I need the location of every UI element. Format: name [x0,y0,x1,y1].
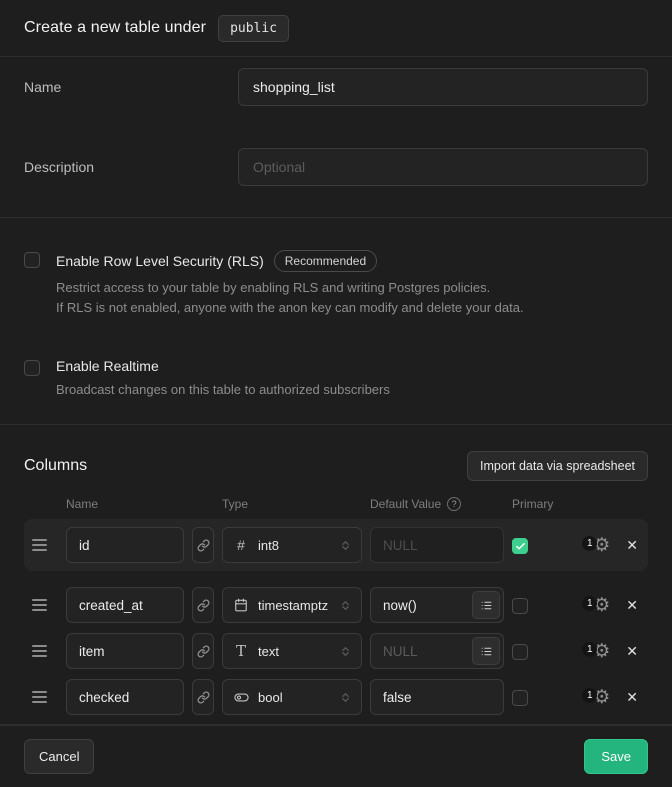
column-name-input[interactable] [66,527,184,563]
header-primary: Primary [512,497,528,511]
recommended-badge: Recommended [274,250,377,272]
chevron-updown-icon [339,645,353,658]
name-label: Name [24,79,238,95]
table-description-input[interactable] [238,148,648,186]
description-label: Description [24,159,238,175]
link-icon [197,645,210,658]
columns-section: Columns Import data via spreadsheet Name… [0,425,672,725]
link-icon [197,691,210,704]
column-type-select[interactable]: # int8 [222,527,362,563]
default-value-input[interactable] [370,679,504,715]
realtime-description: Broadcast changes on this table to autho… [56,380,390,400]
save-button[interactable]: Save [584,739,648,774]
dialog-footer: Cancel Save [0,725,672,787]
realtime-text-block: Enable Realtime Broadcast changes on thi… [56,358,390,400]
toggle-icon [233,690,249,705]
import-spreadsheet-button[interactable]: Import data via spreadsheet [467,451,648,481]
hash-icon: # [233,537,249,553]
column-name-input[interactable] [66,679,184,715]
text-type-icon: T [233,642,249,660]
rls-text-block: Enable Row Level Security (RLS) Recommen… [56,250,524,318]
primary-checkbox[interactable] [512,690,528,706]
delete-column-icon[interactable]: ✕ [626,538,638,552]
chevron-updown-icon [339,599,353,612]
cancel-button[interactable]: Cancel [24,739,94,774]
realtime-checkbox[interactable] [24,360,40,376]
column-row-id: # int8 1 ⚙ ✕ [24,519,648,571]
foreign-key-button[interactable] [192,679,214,715]
realtime-label: Enable Realtime [56,358,159,374]
table-details-section: Name Description [0,57,672,218]
dialog-header: Create a new table under public [0,0,672,57]
header-type: Type [222,497,362,511]
list-icon [480,599,493,612]
delete-column-icon[interactable]: ✕ [626,644,638,658]
columns-header-row: Name Type Default Value ? Primary [24,497,648,511]
description-row: Description [24,148,648,186]
table-options-section: Enable Row Level Security (RLS) Recommen… [0,218,672,425]
column-name-input[interactable] [66,587,184,623]
rls-label: Enable Row Level Security (RLS) [56,253,264,269]
settings-count-badge: 1 [582,536,597,551]
calendar-icon [233,598,249,612]
column-type-select[interactable]: bool [222,679,362,715]
column-row-item: T text 1 ⚙ ✕ [24,633,648,669]
drag-handle-icon[interactable] [32,641,47,661]
foreign-key-button[interactable] [192,587,214,623]
table-name-input[interactable] [238,68,648,106]
primary-checkbox[interactable] [512,644,528,660]
rls-checkbox[interactable] [24,252,40,268]
column-settings-button[interactable]: 1 ⚙ [593,596,610,615]
link-icon [197,599,210,612]
column-settings-button[interactable]: 1 ⚙ [593,688,610,707]
settings-count-badge: 1 [582,642,597,657]
check-icon [515,541,526,552]
delete-column-icon[interactable]: ✕ [626,690,638,704]
chevron-updown-icon [339,539,353,552]
column-row-created-at: timestamptz 1 ⚙ ✕ [24,587,648,623]
drag-handle-icon[interactable] [32,535,47,555]
default-value-input [370,527,504,563]
foreign-key-button[interactable] [192,633,214,669]
rls-description-line2: If RLS is not enabled, anyone with the a… [56,298,524,318]
foreign-key-button[interactable] [192,527,214,563]
realtime-option: Enable Realtime Broadcast changes on thi… [24,358,648,400]
drag-handle-icon[interactable] [32,595,47,615]
column-name-input[interactable] [66,633,184,669]
drag-handle-icon[interactable] [32,687,47,707]
header-default: Default Value ? [370,497,504,511]
default-value-picker-button[interactable] [472,591,500,619]
settings-count-badge: 1 [582,688,597,703]
column-row-checked: bool 1 ⚙ ✕ [24,679,648,715]
link-icon [197,539,210,552]
primary-checkbox[interactable] [512,538,528,554]
settings-count-badge: 1 [582,596,597,611]
column-type-select[interactable]: timestamptz [222,587,362,623]
column-settings-button[interactable]: 1 ⚙ [593,536,610,555]
delete-column-icon[interactable]: ✕ [626,598,638,612]
column-settings-button[interactable]: 1 ⚙ [593,642,610,661]
list-icon [480,645,493,658]
columns-title: Columns [24,457,87,475]
dialog-title: Create a new table under [24,19,206,37]
default-value-picker-button[interactable] [472,637,500,665]
rls-description-line1: Restrict access to your table by enablin… [56,278,524,298]
rls-option: Enable Row Level Security (RLS) Recommen… [24,250,648,318]
primary-checkbox[interactable] [512,598,528,614]
schema-badge: public [218,15,289,42]
name-row: Name [24,68,648,106]
help-icon[interactable]: ? [447,497,461,511]
chevron-updown-icon [339,691,353,704]
header-name: Name [66,497,184,511]
column-type-select[interactable]: T text [222,633,362,669]
